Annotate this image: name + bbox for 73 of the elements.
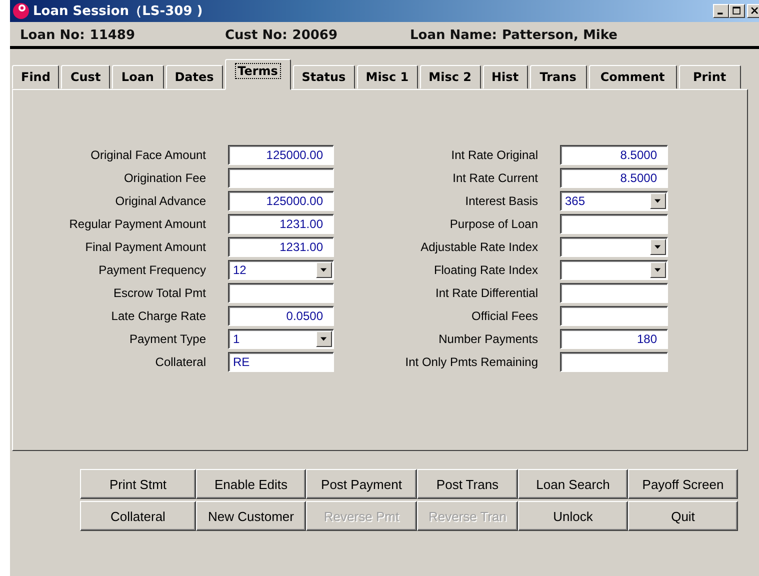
tab[interactable]: Loan (112, 65, 164, 89)
dropdown-field[interactable]: 1 (228, 329, 334, 349)
input-field[interactable] (560, 214, 668, 234)
input-field[interactable]: RE (228, 352, 334, 372)
input-field[interactable]: 180 (560, 329, 668, 349)
field-label: Original Advance (114, 193, 206, 210)
field-label: Payment Type (128, 331, 206, 348)
header-value: Patterson, Mike (502, 28, 618, 42)
field-label: Floating Rate Index (432, 262, 538, 279)
field-label: Int Rate Original (450, 147, 538, 164)
action-button[interactable]: Loan Search (518, 469, 628, 499)
tab[interactable]: Dates (166, 65, 223, 89)
input-field[interactable]: 125000.00 (228, 145, 334, 165)
field-label: Escrow Total Pmt (112, 285, 206, 302)
input-field[interactable]: 1231.00 (228, 214, 334, 234)
field-label: Interest Basis (464, 193, 538, 210)
field-label: Regular Payment Amount (68, 216, 206, 233)
field-label: Purpose of Loan (448, 216, 538, 233)
action-button[interactable]: Post Payment (306, 469, 417, 499)
tab[interactable]: Comment (588, 65, 677, 89)
action-button[interactable]: Post Trans (417, 469, 518, 499)
app-logo-icon (12, 2, 30, 20)
header-label: Loan Name: (410, 28, 497, 42)
field-label: Collateral (154, 354, 206, 371)
field-label: Int Rate Current (452, 170, 538, 187)
input-field[interactable] (560, 306, 668, 326)
tab[interactable]: Print (678, 65, 741, 89)
field-label: Number Payments (438, 331, 538, 348)
header-value: 20069 (292, 28, 338, 42)
action-button[interactable]: Unlock (518, 501, 628, 531)
action-button[interactable]: Quit (628, 501, 738, 531)
field-label: Int Rate Differential (434, 285, 538, 302)
header-label: Loan No: (20, 28, 85, 42)
field-label: Payment Frequency (98, 262, 206, 279)
tab[interactable]: Terms (224, 59, 291, 90)
minimize-icon[interactable] (713, 4, 729, 18)
dropdown-field[interactable]: 12 (228, 260, 334, 280)
action-button[interactable]: New Customer (196, 501, 306, 531)
field-label: Origination Fee (122, 170, 206, 187)
input-field[interactable] (228, 283, 334, 303)
window-title: Loan Session（LS-309 ) (33, 3, 204, 20)
tab[interactable]: Cust (61, 65, 110, 89)
field-label: Original Face Amount (90, 147, 206, 164)
header-value: 11489 (90, 28, 136, 42)
input-field[interactable] (560, 352, 668, 372)
tab[interactable]: Find (12, 65, 60, 89)
dropdown-field[interactable] (560, 237, 668, 257)
input-field[interactable] (560, 283, 668, 303)
dropdown-field[interactable]: 365 (560, 191, 668, 211)
tab[interactable]: Misc 2 (420, 65, 481, 89)
field-label: Official Fees (470, 308, 538, 325)
input-field[interactable]: 8.5000 (560, 145, 668, 165)
input-field[interactable]: 125000.00 (228, 191, 334, 211)
tab[interactable]: Misc 1 (356, 65, 418, 89)
field-label: Final Payment Amount (84, 239, 206, 256)
field-label: Int Only Pmts Remaining (404, 354, 538, 371)
action-button[interactable]: Collateral (80, 501, 196, 531)
input-field[interactable]: 8.5000 (560, 168, 668, 188)
action-button[interactable]: Payoff Screen (628, 469, 738, 499)
tab[interactable]: Hist (482, 65, 528, 89)
tab[interactable]: Trans (530, 65, 587, 89)
field-label: Adjustable Rate Index (420, 239, 538, 256)
action-button[interactable]: Print Stmt (80, 469, 196, 499)
maximize-icon[interactable] (729, 4, 745, 18)
action-button[interactable]: Enable Edits (196, 469, 306, 499)
header-label: Cust No: (225, 28, 288, 42)
close-icon[interactable] (747, 4, 759, 18)
dropdown-field[interactable] (560, 260, 668, 280)
field-label: Late Charge Rate (110, 308, 206, 325)
input-field[interactable]: 1231.00 (228, 237, 334, 257)
tab[interactable]: Status (292, 65, 355, 89)
input-field[interactable]: 0.0500 (228, 306, 334, 326)
input-field[interactable] (228, 168, 334, 188)
